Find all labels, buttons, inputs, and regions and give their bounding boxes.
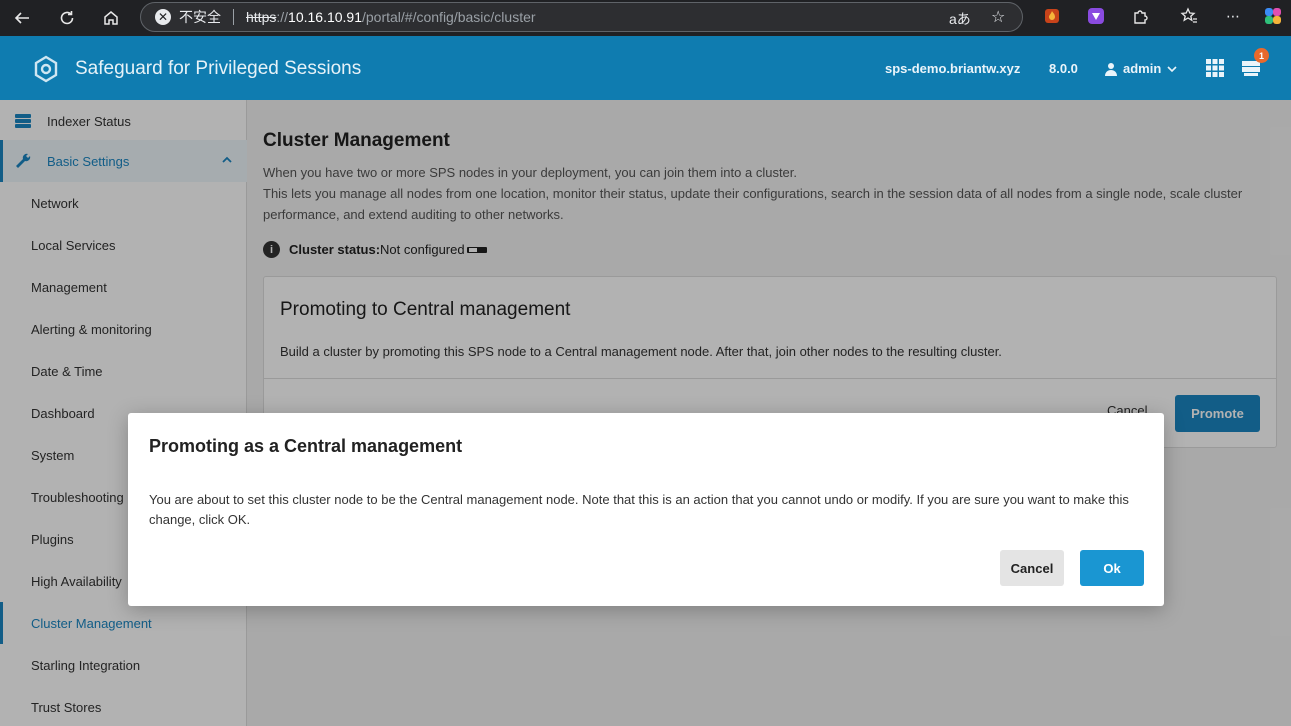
address-separator [233, 9, 234, 25]
back-arrow-icon[interactable] [4, 0, 40, 36]
url-host: 10.16.10.91 [288, 9, 362, 25]
copilot-icon[interactable] [1264, 7, 1282, 25]
extension-fire-icon[interactable] [1043, 7, 1061, 25]
user-name: admin [1123, 61, 1162, 76]
read-aloud-icon[interactable]: aあ [949, 9, 971, 29]
insecure-warning-icon[interactable]: ✕ [155, 9, 171, 25]
chevron-down-icon [1167, 65, 1177, 72]
url-path: /portal/#/config/basic/cluster [362, 9, 536, 25]
user-icon [1105, 62, 1117, 76]
browser-toolbar: ✕ 不安全 https :// 10.16.10.91 /portal/#/co… [0, 0, 1291, 36]
app-header: Safeguard for Privileged Sessions sps-de… [0, 36, 1291, 100]
hostname-label: sps-demo.briantw.xyz [885, 61, 1021, 76]
app-title: Safeguard for Privileged Sessions [75, 58, 362, 79]
dialog-cancel-button[interactable]: Cancel [1000, 550, 1064, 586]
url-separator: :// [276, 9, 289, 25]
favorites-icon[interactable] [1180, 7, 1198, 25]
home-icon[interactable] [93, 0, 129, 36]
version-label: 8.0.0 [1049, 61, 1078, 76]
address-bar[interactable]: ✕ 不安全 https :// 10.16.10.91 /portal/#/co… [140, 2, 1023, 32]
favorite-star-icon[interactable]: ☆ [991, 7, 1005, 27]
extension-purple-icon[interactable] [1087, 7, 1105, 25]
reload-icon[interactable] [49, 0, 85, 36]
more-menu-icon[interactable]: ⋯ [1224, 7, 1242, 25]
url-scheme: https [246, 9, 277, 25]
apps-grid-icon[interactable] [1206, 59, 1224, 77]
dialog-title: Promoting as a Central management [149, 436, 463, 456]
dialog-ok-button[interactable]: Ok [1080, 550, 1144, 586]
notification-badge: 1 [1254, 48, 1269, 63]
user-menu[interactable]: admin [1105, 61, 1177, 76]
dialog-body: You are about to set this cluster node t… [149, 492, 1129, 527]
safeguard-logo-icon[interactable] [32, 55, 60, 83]
confirm-dialog: Promoting as a Central management You ar… [128, 413, 1164, 606]
extensions-puzzle-icon[interactable] [1131, 7, 1149, 25]
insecure-label[interactable]: 不安全 [179, 7, 221, 27]
